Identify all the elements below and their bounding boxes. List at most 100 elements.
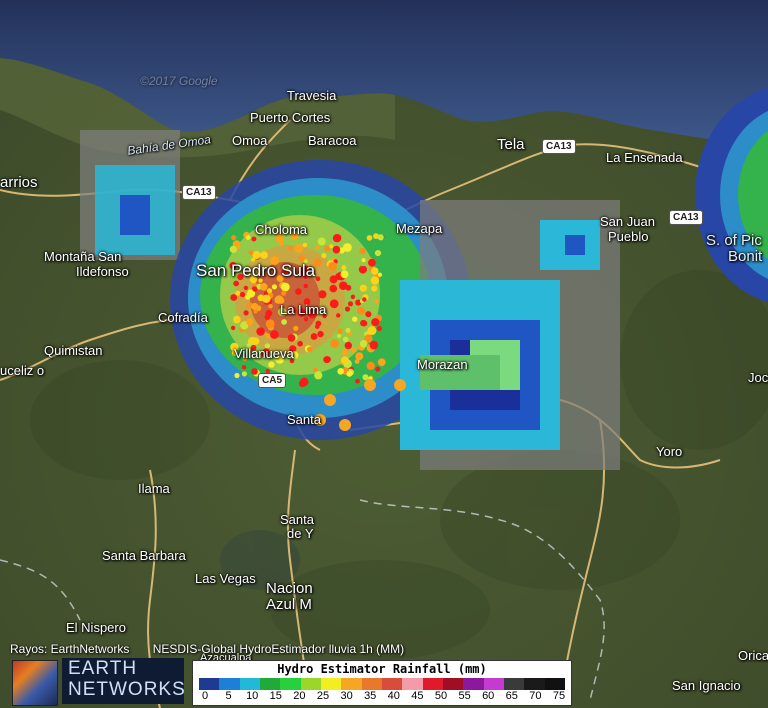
- legend-tick-label: 65: [505, 690, 518, 702]
- legend-tick-label: 0: [201, 690, 209, 702]
- lightning-strike: [371, 267, 379, 275]
- lightning-strike: [278, 240, 284, 247]
- place-label: Choloma: [255, 222, 308, 237]
- lightning-strike: [230, 294, 238, 301]
- lightning-strike: [341, 349, 349, 356]
- credits: Rayos: EarthNetworks NESDIS-Global Hydro…: [10, 642, 424, 656]
- lightning-strike: [315, 276, 321, 282]
- legend-tick-label: 20: [293, 690, 306, 702]
- place-label: arrios: [0, 174, 38, 191]
- legend-tick-label: 40: [387, 690, 400, 702]
- place-label: Jocó: [748, 370, 768, 385]
- lightning-strike: [245, 235, 251, 240]
- legend-title: Hydro Estimator Rainfall (mm): [277, 662, 487, 676]
- legend-tick-label: 50: [434, 690, 448, 702]
- rainfall-legend: Hydro Estimator Rainfall (mm) 0 5 10 15 20 25…: [192, 660, 572, 706]
- legend-tick-label: 30: [340, 690, 353, 702]
- lightning-strike: [303, 316, 309, 322]
- legend-swatch: [341, 678, 362, 690]
- lightning-strike: [281, 290, 287, 296]
- place-label: Puerto Cortes: [250, 110, 331, 125]
- legend-tick-label: 10: [246, 690, 259, 702]
- lightning-strike: [233, 315, 241, 324]
- lightning-strike: [243, 285, 249, 291]
- lightning-strike: [329, 244, 334, 249]
- legend-swatch: [280, 678, 301, 690]
- logo-line: NETWORKS: [68, 679, 186, 700]
- lightning-strike: [375, 366, 381, 372]
- place-label: Baracoa: [308, 133, 357, 148]
- lightning-strike: [281, 319, 287, 325]
- satellite-map[interactable]: [0, 0, 768, 708]
- lightning-strike: [357, 306, 365, 315]
- lightning-strike: [260, 283, 268, 291]
- lightning-strike: [371, 285, 378, 292]
- place-label: La Ensenada: [606, 150, 683, 165]
- place-label: uceliz o: [0, 363, 45, 378]
- lightning-strike: [330, 339, 339, 348]
- lightning-strike: [253, 309, 258, 314]
- legend-swatch: [503, 678, 525, 690]
- place-label: Azul M: [266, 596, 312, 613]
- lightning-strike: [315, 245, 321, 251]
- lightning-strike: [350, 294, 356, 299]
- legend-swatch: [463, 678, 484, 690]
- lightning-strike: [270, 330, 279, 339]
- legend-swatch: [239, 678, 260, 690]
- lightning-strike: [328, 261, 338, 271]
- legend-swatch: [422, 678, 443, 690]
- place-label: Orica: [738, 648, 768, 663]
- legend-swatch: [199, 678, 220, 690]
- lightning-strike: [239, 291, 246, 298]
- place-label: Las Vegas: [195, 571, 256, 586]
- lightning-strike: [366, 361, 375, 370]
- lightning-strike: [262, 294, 271, 303]
- legend-tick-label: 55: [458, 690, 471, 702]
- lightning-strike: [266, 288, 273, 294]
- place-label: Quimistan: [44, 343, 103, 358]
- legend-swatch: [300, 678, 321, 690]
- legend-swatch: [219, 678, 240, 690]
- legend-swatch: [483, 678, 504, 690]
- lightning-strike: [355, 378, 360, 384]
- lightning-strike: [360, 265, 367, 272]
- lightning-strike: [306, 346, 313, 353]
- lightning-strike: [394, 379, 406, 391]
- lightning-strike: [350, 347, 357, 353]
- lightning-strike: [329, 275, 338, 284]
- lightning-strike: [359, 247, 366, 255]
- lightning-strike: [359, 284, 367, 292]
- place-label: Ilama: [138, 481, 170, 496]
- lightning-strike: [324, 394, 336, 406]
- lightning-strike: [339, 419, 351, 431]
- lightning-strike: [310, 333, 318, 340]
- lightning-strike: [252, 286, 258, 292]
- logo-line: EARTH: [68, 658, 138, 679]
- lightning-strike: [365, 311, 372, 318]
- map-watermark: ©2017 Google: [140, 74, 218, 88]
- lightning-strike: [340, 270, 349, 279]
- lightning-strike: [339, 281, 348, 291]
- lightning-strike: [377, 358, 386, 367]
- lightning-strike: [299, 377, 309, 387]
- lightning-strike: [341, 265, 347, 271]
- lightning-strike: [362, 297, 367, 302]
- lightning-strike: [234, 372, 240, 379]
- route-shield: CA13: [182, 185, 216, 200]
- route-shield: CA5: [258, 373, 287, 388]
- lightning-strike: [342, 336, 349, 343]
- lightning-strike: [345, 327, 351, 333]
- place-label: El Nispero: [66, 620, 126, 635]
- lightning-strike: [367, 326, 377, 335]
- place-label: Villanueva: [234, 346, 294, 361]
- place-label: San Pedro Sula: [196, 261, 316, 280]
- lightning-strike: [287, 334, 296, 342]
- lightning-strike: [364, 379, 376, 391]
- lightning-strike: [271, 284, 277, 290]
- place-label: Mezapa: [396, 221, 443, 236]
- lightning-strike: [368, 258, 376, 267]
- legend-tick-label: 5: [225, 690, 232, 702]
- lightning-strike: [294, 243, 304, 253]
- legend-tick-label: 70: [529, 690, 542, 702]
- place-label: Santa: [280, 512, 314, 527]
